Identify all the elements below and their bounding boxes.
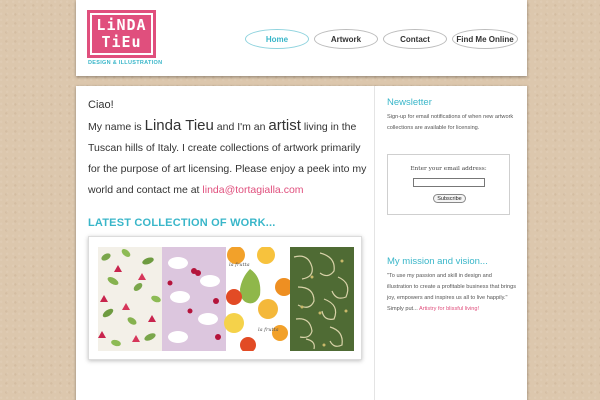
greeting: Ciao! (88, 99, 114, 111)
mission-text: "To use my passion and skill in design a… (387, 271, 517, 315)
subscribe-button[interactable]: Subscribe (433, 194, 466, 203)
main-content-card: Ciao! My name is Linda Tieu and I'm an a… (76, 86, 527, 400)
panel-text-bottom: la frutta (258, 327, 279, 333)
intro-part-1: My name is (88, 121, 145, 133)
newsletter-section: Newsletter Sign-up for email notificatio… (387, 97, 517, 134)
artist-word: artist (268, 117, 301, 134)
intro-section: Ciao! My name is Linda Tieu and I'm an a… (88, 96, 368, 201)
intro-text: My name is Linda Tieu and I'm an artist … (88, 115, 368, 201)
mission-section: My mission and vision... "To use my pass… (387, 256, 517, 315)
email-link[interactable]: linda@tortagialla.com (202, 184, 303, 196)
newsletter-title: Newsletter (387, 97, 432, 108)
mission-title: My mission and vision... (387, 256, 488, 267)
newsletter-text: Sign-up for email notifications of when … (387, 114, 514, 131)
mission-highlight: Artistry for blissful living! (419, 306, 480, 312)
email-input[interactable] (413, 178, 485, 187)
newsletter-form: Enter your email address: Subscribe (387, 154, 510, 215)
intro-part-2: and I'm an (213, 121, 269, 133)
nav-artwork[interactable]: Artwork (314, 29, 378, 49)
collection-artwork: la frutta la frutta (98, 247, 354, 351)
site-header: LiNDA TiEu DESIGN & ILLUSTRATION Home Ar… (76, 0, 527, 76)
collection-gallery[interactable]: la frutta la frutta (88, 236, 362, 360)
collection-title: LATEST COLLECTION OF WORK... (88, 217, 276, 229)
main-nav: Home Artwork Contact Find Me Online (245, 29, 518, 49)
logo[interactable]: LiNDA TiEu (87, 10, 156, 58)
nav-find-me-online[interactable]: Find Me Online (452, 29, 518, 49)
logo-line-1: LiNDA (96, 16, 147, 34)
artist-name: Linda Tieu (144, 117, 214, 134)
column-divider (374, 86, 375, 400)
nav-contact[interactable]: Contact (383, 29, 447, 49)
logo-tagline: DESIGN & ILLUSTRATION (88, 60, 163, 66)
nav-home[interactable]: Home (245, 29, 309, 49)
logo-line-2: TiEu (101, 33, 142, 51)
email-label: Enter your email address: (410, 166, 487, 172)
panel-text-top: la frutta (229, 262, 250, 268)
